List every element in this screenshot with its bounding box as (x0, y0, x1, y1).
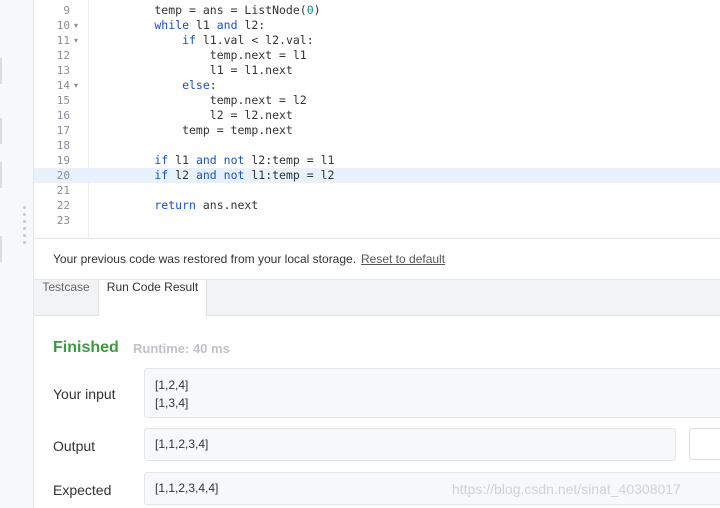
reset-to-default-link[interactable]: Reset to default (361, 252, 445, 266)
line-number: 10 (56, 19, 70, 32)
code-line[interactable]: 17 temp = temp.next (34, 123, 720, 138)
line-number: 13 (56, 64, 70, 77)
watermark-text: https://blog.csdn.net/sinat_40308017 (452, 481, 681, 497)
line-number: 9 (63, 4, 70, 17)
line-number: 16 (56, 109, 70, 122)
line-number: 12 (56, 49, 70, 62)
code-text: if l2 and not l1:temp = l2 (99, 168, 335, 182)
line-number: 18 (56, 139, 70, 152)
diff-button[interactable] (689, 428, 720, 460)
output-box: [1,1,2,3,4] (144, 428, 676, 461)
line-number: 20 (56, 169, 70, 182)
code-line[interactable]: 10 ▾ while l1 and l2: (34, 18, 720, 33)
tab-run-code-result[interactable]: Run Code Result (98, 280, 207, 316)
code-text: temp.next = l1 (99, 48, 307, 62)
restore-notice-text: Your previous code was restored from you… (53, 252, 357, 266)
line-number: 21 (56, 184, 70, 197)
code-line[interactable]: 21 (34, 183, 720, 198)
side-divider (0, 236, 2, 262)
code-line[interactable]: 20 if l2 and not l1:temp = l2 (34, 168, 720, 183)
code-line[interactable]: 9 temp = ans = ListNode(0) (34, 3, 720, 18)
code-line[interactable]: 13 l1 = l1.next (34, 63, 720, 78)
line-number: 17 (56, 124, 70, 137)
code-text: temp.next = l2 (99, 93, 307, 107)
your-input-label: Your input (53, 386, 116, 402)
code-text: else: (99, 78, 217, 92)
resize-handle[interactable] (22, 206, 28, 254)
code-line[interactable]: 15 temp.next = l2 (34, 93, 720, 108)
line-number: 22 (56, 199, 70, 212)
output-label: Output (53, 438, 96, 454)
input-line: [1,3,4] (155, 396, 189, 410)
result-status: Finished (53, 339, 119, 356)
restore-notice: Your previous code was restored from you… (34, 239, 720, 280)
code-text: if l1 and not l2:temp = l1 (99, 153, 335, 167)
input-line: [1,2,4] (155, 378, 189, 392)
run-result-panel: Finished Runtime: 40 ms Your input [1,2,… (34, 316, 720, 508)
code-line[interactable]: 11 ▾ if l1.val < l2.val: (34, 33, 720, 48)
your-input-box: [1,2,4] [1,3,4] (144, 368, 720, 418)
side-divider (0, 162, 2, 188)
runtime-value: Runtime: 40 ms (133, 341, 230, 356)
left-side-strip (0, 0, 34, 508)
line-number: 19 (56, 154, 70, 167)
output-value: [1,1,2,3,4] (155, 437, 209, 451)
line-number: 23 (56, 214, 70, 227)
code-text: while l1 and l2: (99, 18, 266, 32)
code-text: if l1.val < l2.val: (99, 33, 314, 47)
code-line[interactable]: 19 if l1 and not l2:temp = l1 (34, 153, 720, 168)
fold-arrow-icon[interactable]: ▾ (74, 78, 78, 93)
fold-arrow-icon[interactable]: ▾ (74, 18, 78, 33)
line-number: 14 (56, 79, 70, 92)
side-divider (0, 118, 2, 144)
code-line[interactable]: 22 return ans.next (34, 198, 720, 213)
code-text: l2 = l2.next (99, 108, 293, 122)
code-line[interactable]: 16 l2 = l2.next (34, 108, 720, 123)
side-divider (0, 58, 2, 84)
tab-testcase[interactable]: Testcase (34, 280, 98, 315)
code-text: l1 = l1.next (99, 63, 293, 77)
console-tabs: Testcase Run Code Result (34, 280, 720, 316)
line-number: 11 (56, 34, 70, 47)
line-number: 15 (56, 94, 70, 107)
code-editor[interactable]: 9 temp = ans = ListNode(0) 10 ▾ while l1 a… (34, 0, 720, 239)
code-line[interactable]: 18 (34, 138, 720, 153)
code-text: temp = ans = ListNode(0) (99, 3, 321, 17)
expected-label: Expected (53, 482, 112, 498)
code-line[interactable]: 23 (34, 213, 720, 228)
code-text: temp = temp.next (99, 123, 293, 137)
code-line[interactable]: 14 ▾ else: (34, 78, 720, 93)
code-text: return ans.next (99, 198, 259, 212)
code-line[interactable]: 12 temp.next = l1 (34, 48, 720, 63)
fold-arrow-icon[interactable]: ▾ (74, 33, 78, 48)
